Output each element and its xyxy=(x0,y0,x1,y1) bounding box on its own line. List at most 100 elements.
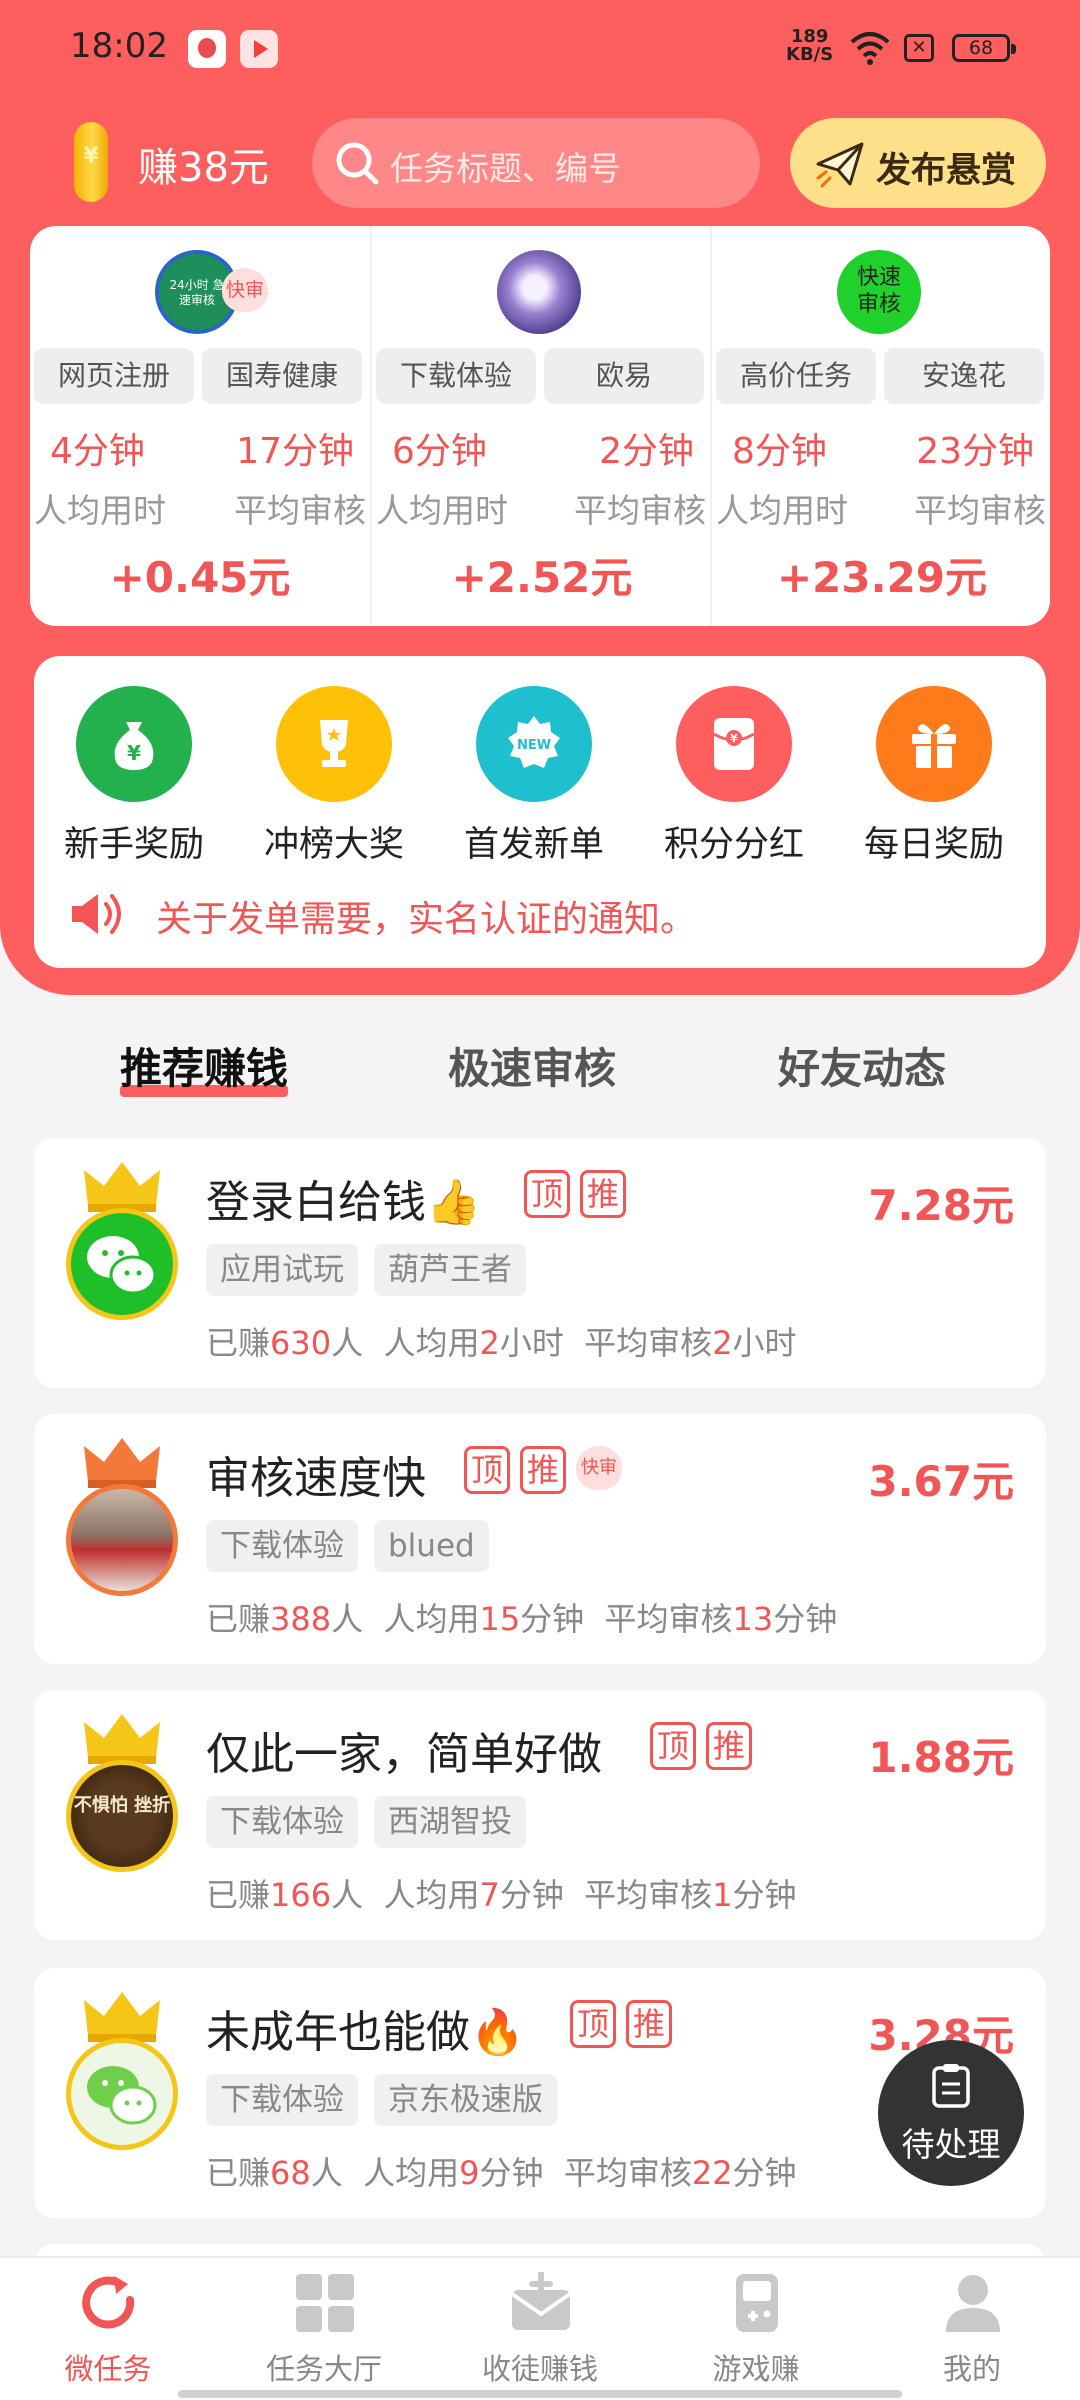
task-card[interactable]: 登录白给钱👍 顶推 7.28元 应用试玩 葫芦王者 已赚630人 人均用2小时 平… xyxy=(34,1138,1046,1388)
fast-review-badge: 快审 xyxy=(222,268,268,312)
home-indicator xyxy=(178,2390,902,2398)
top-badge: 顶 xyxy=(464,1446,510,1494)
nav-label: 我的 xyxy=(942,2352,1001,2386)
task-badges: 顶推 xyxy=(650,1722,762,1772)
quick-item-daily-reward[interactable]: 每日奖励 xyxy=(834,686,1034,876)
notification-app-icon xyxy=(188,30,226,68)
crown-icon xyxy=(84,1438,160,1488)
crown-icon xyxy=(84,1992,160,2042)
task-card[interactable]: 审核速度快 顶推快审 3.67元 下载体验 blued 已赚388人 人均用15分… xyxy=(34,1414,1046,1664)
status-bar: 18:02 189 KB/S ✕ 68 xyxy=(0,0,1080,100)
svg-text:¥: ¥ xyxy=(127,741,141,765)
task-tags: 下载体验 西湖智投 xyxy=(206,1796,542,1848)
pending-tasks-button[interactable]: 待处理 xyxy=(878,2040,1024,2186)
recommend-badge: 推 xyxy=(626,2000,672,2048)
quick-item-newbie-reward[interactable]: ¥ 新手奖励 xyxy=(34,686,234,876)
battery-icon: 68 xyxy=(952,34,1016,62)
top-badge: 顶 xyxy=(650,1722,696,1770)
tab-fast-review[interactable]: 极速审核 xyxy=(448,1035,616,1096)
status-time: 18:02 xyxy=(70,26,168,66)
coin-icon xyxy=(74,122,108,202)
nav-game-earn[interactable]: 游戏赚 xyxy=(648,2258,864,2400)
task-price: 1.88元 xyxy=(868,1733,1014,1782)
red-envelope-icon: ¥ xyxy=(676,686,792,802)
top-badge: 顶 xyxy=(524,1170,570,1218)
nav-label: 游戏赚 xyxy=(712,2352,800,2386)
pending-label: 待处理 xyxy=(901,2125,1001,2164)
task-tag: 下载体验 xyxy=(206,2074,358,2126)
avatar-text: 不惧怕 挫折 xyxy=(73,1795,171,1816)
tab-label: 极速审核 xyxy=(448,1044,617,1093)
network-speed: 189 KB/S xyxy=(786,28,833,64)
task-title: 登录白给钱👍 xyxy=(206,1177,481,1228)
money-bag-icon: ¥ xyxy=(76,686,192,802)
tab-friend-activity[interactable]: 好友动态 xyxy=(778,1035,946,1096)
task-stats: 已赚630人 人均用2小时 平均审核2小时 xyxy=(206,1324,797,1362)
search-icon xyxy=(336,142,379,185)
nav-profile[interactable]: 我的 xyxy=(864,2258,1080,2400)
svg-text:¥: ¥ xyxy=(730,732,738,745)
avg-time-label: 人均用时 xyxy=(716,491,848,530)
crown-icon xyxy=(84,1162,160,1212)
task-tag: blued xyxy=(374,1520,489,1572)
task-tags: 应用试玩 葫芦王者 xyxy=(206,1244,542,1296)
task-stats: 已赚68人 人均用9分钟 平均审核22分钟 xyxy=(206,2154,797,2192)
task-tag: 下载体验 xyxy=(206,1520,358,1572)
nav-label: 微任务 xyxy=(64,2352,152,2386)
task-tag: 网页注册 xyxy=(34,348,194,404)
wechat-icon xyxy=(66,1208,178,1320)
gamepad-icon xyxy=(736,2274,778,2332)
tab-recommended[interactable]: 推荐赚钱 xyxy=(120,1035,289,1097)
publish-reward-button[interactable]: 发布悬赏 xyxy=(790,118,1046,208)
svg-text:NEW: NEW xyxy=(517,738,551,753)
task-badges: 顶推 xyxy=(524,1170,636,1220)
quick-item-label: 积分分红 xyxy=(663,825,804,865)
task-title: 仅此一家，简单好做 xyxy=(206,1729,602,1780)
quick-item-points-dividend[interactable]: ¥ 积分分红 xyxy=(634,686,834,876)
task-tag: 国寿健康 xyxy=(202,348,362,404)
quick-item-label: 每日奖励 xyxy=(863,825,1004,865)
featured-task[interactable]: 24小时 急速审核 快审 网页注册 国寿健康 4分钟 17分钟 人均用时 平均审… xyxy=(30,226,370,626)
recommend-badge: 推 xyxy=(580,1170,626,1218)
video-app-icon xyxy=(240,30,278,68)
paper-plane-icon xyxy=(816,142,864,188)
publish-label: 发布悬赏 xyxy=(876,151,1017,191)
featured-task[interactable]: 下载体验 欧易 6分钟 2分钟 人均用时 平均审核 +2.52元 xyxy=(370,226,710,626)
quick-item-leaderboard[interactable]: 冲榜大奖 xyxy=(234,686,434,876)
review-time-value: 17分钟 xyxy=(236,431,354,472)
wifi-icon xyxy=(850,32,890,65)
nav-micro-tasks[interactable]: 微任务 xyxy=(0,2258,216,2400)
task-card[interactable]: 不惧怕 挫折 仅此一家，简单好做 顶推 1.88元 下载体验 西湖智投 已赚166… xyxy=(34,1690,1046,1940)
featured-task[interactable]: 快速 审核 高价任务 安逸花 8分钟 23分钟 人均用时 平均审核 +23.29… xyxy=(710,226,1050,626)
task-tags: 下载体验 blued xyxy=(206,1520,505,1572)
fast-review-badge: 快审 xyxy=(576,1446,622,1490)
speaker-icon xyxy=(72,894,121,934)
task-tag: 京东极速版 xyxy=(374,2074,557,2126)
avg-time-label: 人均用时 xyxy=(34,491,166,530)
search-input[interactable]: 任务标题、编号 xyxy=(312,118,760,208)
task-tag: 安逸花 xyxy=(884,348,1044,404)
task-badges: 顶推 xyxy=(570,2000,682,2050)
sim-disabled-icon: ✕ xyxy=(904,34,934,62)
speed-unit: KB/S xyxy=(786,44,834,65)
avg-time-value: 4分钟 xyxy=(50,431,145,472)
featured-tasks-card: 24小时 急速审核 快审 网页注册 国寿健康 4分钟 17分钟 人均用时 平均审… xyxy=(30,226,1050,626)
avg-time-label: 人均用时 xyxy=(376,491,508,530)
quick-item-label: 首发新单 xyxy=(463,825,604,865)
quick-menu-card: ¥ 新手奖励 冲榜大奖 NEW 首发新单 ¥ 积分分红 每日奖励 关于发单需要，… xyxy=(34,656,1046,968)
task-reward: +2.52元 xyxy=(451,553,633,602)
balance-text[interactable]: 赚38元 xyxy=(138,135,269,193)
nav-task-hall[interactable]: 任务大厅 xyxy=(216,2258,432,2400)
avg-time-value: 8分钟 xyxy=(732,431,827,472)
task-avatar xyxy=(497,250,581,334)
task-avatar: 不惧怕 挫折 xyxy=(66,1760,178,1872)
quick-item-new-orders[interactable]: NEW 首发新单 xyxy=(434,686,634,876)
task-tag: 下载体验 xyxy=(206,1796,358,1848)
task-price: 3.67元 xyxy=(868,1457,1014,1506)
task-tag: 高价任务 xyxy=(716,348,876,404)
nav-recruit-earn[interactable]: 收徒赚钱 xyxy=(432,2258,648,2400)
top-badge: 顶 xyxy=(570,2000,616,2048)
nav-label: 收徒赚钱 xyxy=(481,2352,598,2386)
refresh-icon xyxy=(82,2276,135,2329)
task-tag: 葫芦王者 xyxy=(374,1244,526,1296)
